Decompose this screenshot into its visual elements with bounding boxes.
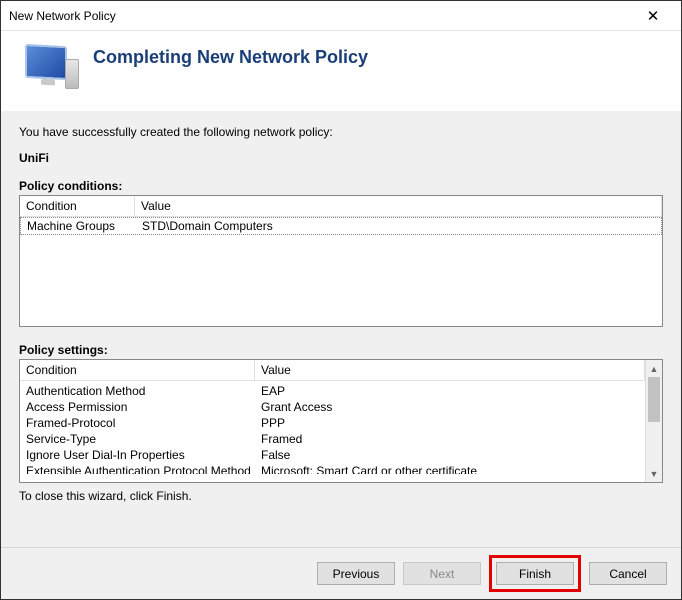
table-row[interactable]: Ignore User Dial-In Properties False	[20, 447, 645, 463]
conditions-list[interactable]: Condition Value Machine Groups STD\Domai…	[19, 195, 663, 327]
value-cell: STD\Domain Computers	[136, 218, 661, 234]
scroll-up-icon[interactable]: ▲	[646, 360, 662, 377]
settings-header-value[interactable]: Value	[255, 360, 645, 380]
settings-label: Policy settings:	[19, 343, 663, 357]
scroll-track[interactable]	[646, 377, 662, 465]
hint-text: To close this wizard, click Finish.	[19, 489, 663, 503]
condition-cell: Machine Groups	[21, 218, 136, 234]
scroll-thumb[interactable]	[648, 377, 660, 422]
scrollbar[interactable]: ▲ ▼	[645, 360, 662, 482]
conditions-label: Policy conditions:	[19, 179, 663, 193]
wizard-header: Completing New Network Policy	[1, 31, 681, 111]
settings-header-condition[interactable]: Condition	[20, 360, 255, 380]
previous-button[interactable]: Previous	[317, 562, 395, 585]
main-panel: You have successfully created the follow…	[1, 111, 681, 511]
titlebar: New Network Policy ✕	[1, 1, 681, 31]
conditions-header-condition[interactable]: Condition	[20, 196, 135, 216]
table-row[interactable]: Machine Groups STD\Domain Computers	[20, 217, 662, 235]
conditions-header-value[interactable]: Value	[135, 196, 662, 216]
computer-icon	[19, 45, 81, 97]
button-bar: Previous Next Finish Cancel	[1, 547, 681, 599]
next-button: Next	[403, 562, 481, 585]
window-title: New Network Policy	[9, 9, 633, 23]
scroll-down-icon[interactable]: ▼	[646, 465, 662, 482]
settings-list[interactable]: Condition Value Authentication Method EA…	[19, 359, 663, 483]
settings-header: Condition Value	[20, 360, 645, 381]
table-row[interactable]: Authentication Method EAP	[20, 383, 645, 399]
intro-text: You have successfully created the follow…	[19, 125, 663, 139]
table-row[interactable]: Framed-Protocol PPP	[20, 415, 645, 431]
cancel-button[interactable]: Cancel	[589, 562, 667, 585]
page-title: Completing New Network Policy	[93, 47, 368, 68]
conditions-header: Condition Value	[20, 196, 662, 217]
finish-button[interactable]: Finish	[496, 562, 574, 585]
table-row[interactable]: Access Permission Grant Access	[20, 399, 645, 415]
finish-highlight: Finish	[489, 555, 581, 592]
close-icon[interactable]: ✕	[633, 7, 673, 25]
table-row[interactable]: Service-Type Framed	[20, 431, 645, 447]
policy-name: UniFi	[19, 151, 663, 165]
table-row[interactable]: Extensible Authentication Protocol Metho…	[20, 463, 645, 474]
